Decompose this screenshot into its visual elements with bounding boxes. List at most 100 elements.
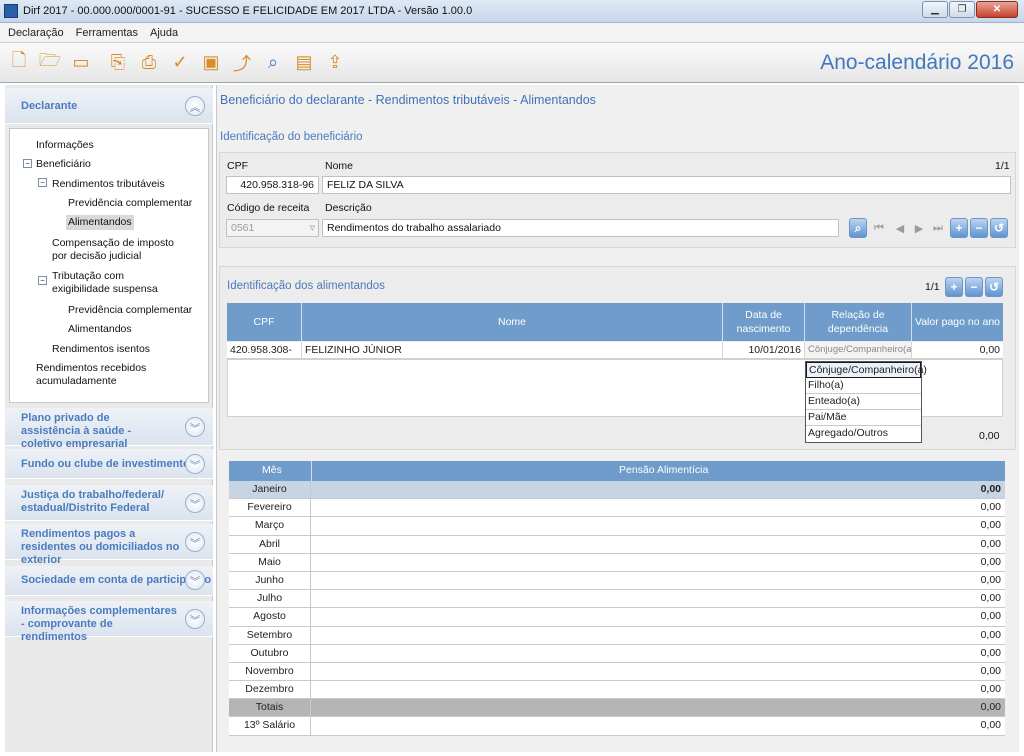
first-record-icon[interactable]: ⏮ [870, 218, 888, 238]
tree-item-tributacao-suspensa[interactable]: Tributação com exigibilidade suspensa [52, 270, 182, 296]
cell-nome[interactable]: FELIZINHO JÚNIOR [302, 342, 723, 358]
title-bar: Dirf 2017 - 00.000.000/0001-91 - SUCESSO… [0, 0, 1024, 23]
restore-button[interactable]: ❐ [949, 1, 975, 18]
cell-nascimento[interactable]: 10/01/2016 [723, 342, 805, 358]
pensao-valor[interactable]: 0,00 [981, 499, 1001, 516]
cell-cpf[interactable]: 420.958.308-14 [227, 342, 302, 372]
prev-record-icon[interactable]: ◀ [891, 218, 909, 238]
expand-icon[interactable]: ︾ [185, 609, 205, 629]
open-folder-icon[interactable]: 🗁 [39, 50, 61, 76]
option-enteado[interactable]: Enteado(a) [806, 394, 921, 410]
tree-item-informacoes[interactable]: Informações [36, 139, 94, 152]
pensao-row[interactable]: Abril 0,00 [229, 535, 1005, 554]
cell-valor[interactable]: 0,00 [912, 342, 1003, 358]
add-alimentando-icon[interactable]: + [945, 277, 963, 297]
expand-icon[interactable]: ︾ [185, 532, 205, 552]
tree-item-beneficiario[interactable]: Beneficiário [36, 158, 91, 171]
undo-icon[interactable]: ↺ [990, 218, 1008, 238]
pensao-row[interactable]: Março 0,00 [229, 517, 1005, 536]
pensao-row[interactable]: Outubro 0,00 [229, 644, 1005, 663]
codigo-receita-select[interactable]: 0561 ▿ [226, 219, 319, 237]
next-record-icon[interactable]: ▶ [910, 218, 928, 238]
remove-alimentando-icon[interactable]: − [965, 277, 983, 297]
collapse-icon[interactable]: ︽ [185, 96, 205, 116]
option-agregado[interactable]: Agregado/Outros [806, 426, 921, 442]
section-plano-saude[interactable]: Plano privado de assistência à saúde - c… [5, 408, 213, 450]
pensao-valor[interactable]: 0,00 [981, 717, 1001, 734]
last-record-icon[interactable]: ⏭ [929, 218, 947, 238]
pensao-valor[interactable]: 0,00 [981, 663, 1001, 680]
expand-icon[interactable]: ︾ [185, 570, 205, 590]
pensao-row[interactable]: Dezembro 0,00 [229, 681, 1005, 700]
pensao-valor[interactable]: 0,00 [981, 590, 1001, 607]
menu-ajuda[interactable]: Ajuda [150, 27, 178, 39]
section-declarante[interactable]: Declarante ︽ [5, 88, 213, 124]
transmit-icon[interactable]: ⇪ [324, 50, 346, 76]
section-sociedade[interactable]: Sociedade em conta de participação ︾ [5, 566, 213, 596]
nome-field[interactable]: FELIZ DA SILVA [322, 176, 1011, 194]
expand-icon[interactable]: ︾ [185, 454, 205, 474]
pensao-row[interactable]: Maio 0,00 [229, 553, 1005, 572]
menu-ferramentas[interactable]: Ferramentas [76, 27, 138, 39]
undo-alimentando-icon[interactable]: ↺ [985, 277, 1003, 297]
tree-collapse-icon[interactable]: − [38, 178, 47, 187]
option-conjuge[interactable]: Cônjuge/Companheiro(a) [806, 362, 927, 378]
add-icon[interactable]: + [950, 218, 968, 238]
option-filho[interactable]: Filho(a) [806, 378, 921, 394]
menu-declaracao[interactable]: Declaração [8, 27, 64, 39]
minimize-button[interactable]: ▁ [922, 1, 948, 18]
tree-item-previdencia-complementar[interactable]: Previdência complementar [68, 197, 192, 210]
save-icon[interactable]: ▣ [200, 50, 222, 76]
pensao-row[interactable]: Novembro 0,00 [229, 662, 1005, 682]
new-file-icon[interactable]: 🗋 [8, 50, 30, 76]
export-icon[interactable]: ⤴ [231, 50, 253, 76]
section-fundo-investimentos[interactable]: Fundo ou clube de investimentos ︾ [5, 449, 213, 479]
alimentando-row[interactable]: 420.958.308-14 FELIZINHO JÚNIOR 10/01/20… [227, 342, 1003, 372]
tree-item-alimentandos[interactable]: Alimentandos [66, 215, 134, 230]
section-residentes-exterior[interactable]: Rendimentos pagos a residentes ou domici… [5, 524, 213, 566]
pensao-row[interactable]: Julho 0,00 [229, 590, 1005, 609]
print-icon[interactable]: ⎙ [138, 50, 160, 76]
expand-icon[interactable]: ︾ [185, 493, 205, 513]
folder-icon[interactable]: ▭ [70, 50, 92, 76]
pensao-row[interactable]: Fevereiro 0,00 [229, 499, 1005, 518]
pensao-valor[interactable]: 0,00 [981, 554, 1001, 571]
close-button[interactable]: ✕ [976, 1, 1018, 18]
tree-item-previdencia-complementar-2[interactable]: Previdência complementar [68, 304, 192, 317]
copy-icon[interactable]: ⎘ [107, 50, 129, 76]
tree-item-compensacao[interactable]: Compensação de imposto por decisão judic… [52, 237, 182, 263]
section-info-complementares[interactable]: Informações complementares - comprovante… [5, 601, 213, 643]
expand-icon[interactable]: ︾ [185, 417, 205, 437]
tree-collapse-icon[interactable]: − [23, 159, 32, 168]
relacao-dropdown-list[interactable]: Cônjuge/Companheiro(a) Filho(a) Enteado(… [805, 361, 927, 443]
remove-icon[interactable]: − [970, 218, 988, 238]
pensao-row[interactable]: Agosto 0,00 [229, 608, 1005, 627]
option-pai-mae[interactable]: Pai/Mãe [806, 410, 921, 426]
search-icon[interactable]: ⌕ [262, 50, 284, 76]
pensao-row[interactable]: 13º Salário 0,00 [229, 717, 1005, 736]
pensao-valor[interactable]: 0,00 [981, 608, 1001, 625]
calculator-icon[interactable]: ▤ [293, 50, 315, 76]
pensao-row[interactable]: Janeiro 0,00 [229, 481, 1005, 500]
pensao-valor[interactable]: 0,00 [981, 699, 1001, 716]
pensao-valor[interactable]: 0,00 [981, 517, 1001, 534]
pensao-valor[interactable]: 0,00 [981, 536, 1001, 553]
pensao-valor[interactable]: 0,00 [981, 572, 1001, 589]
pensao-row[interactable]: Setembro 0,00 [229, 626, 1005, 645]
section-justica[interactable]: Justiça do trabalho/federal/ estadual/Di… [5, 485, 213, 521]
search-benef-icon[interactable]: ⌕ [849, 218, 867, 238]
check-icon[interactable]: ✓ [169, 50, 191, 76]
cpf-field[interactable]: 420.958.318-96 [226, 176, 319, 194]
pensao-row[interactable]: Junho 0,00 [229, 571, 1005, 591]
tree-collapse-icon[interactable]: − [38, 276, 47, 285]
tree-item-rendimentos-acumulados[interactable]: Rendimentos recebidos acumuladamente [36, 362, 156, 388]
pensao-valor[interactable]: 0,00 [981, 681, 1001, 698]
tree-item-rendimentos-tributaveis[interactable]: Rendimentos tributáveis [52, 178, 165, 191]
pensao-valor[interactable]: 0,00 [981, 627, 1001, 644]
tree-item-alimentandos-2[interactable]: Alimentandos [68, 323, 132, 336]
pensao-row[interactable]: Totais 0,00 [229, 699, 1005, 718]
pensao-valor[interactable]: 0,00 [981, 645, 1001, 662]
tree-item-rendimentos-isentos[interactable]: Rendimentos isentos [52, 343, 150, 356]
cell-relacao-select[interactable]: Cônjuge/Companheiro(a) [805, 342, 912, 358]
pensao-valor[interactable]: 0,00 [981, 481, 1001, 498]
